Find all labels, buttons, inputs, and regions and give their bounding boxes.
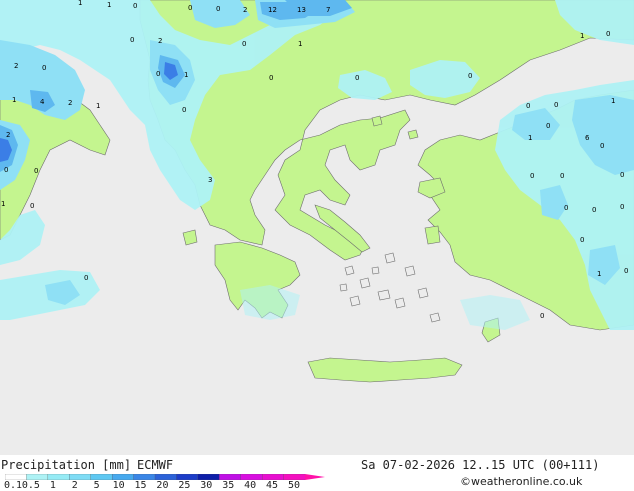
value-label: 0 (4, 166, 8, 174)
value-label: 0 (600, 142, 604, 150)
value-label: 2 (14, 62, 18, 70)
value-label: 1 (580, 32, 584, 40)
value-label: 0 (546, 122, 550, 130)
value-label: 0 (560, 172, 564, 180)
legend-arrow (305, 474, 325, 480)
value-label: 0 (540, 312, 544, 320)
value-label: 1 (611, 97, 615, 105)
value-label: 0 (624, 267, 628, 275)
thasos-land (371, 115, 383, 127)
value-label: 0 (30, 202, 34, 210)
samothrace-land (407, 129, 419, 140)
value-label: 0 (526, 102, 530, 110)
value-label: 0 (269, 74, 273, 82)
value-label: 1 (528, 134, 532, 142)
value-label: 1 (298, 40, 302, 48)
value-label: 2 (68, 99, 72, 107)
value-label: 0 (592, 206, 596, 214)
model-name: ECMWF (137, 458, 174, 472)
value-label: 0 (216, 5, 220, 13)
value-label: 2 (243, 6, 247, 14)
value-label: 0 (620, 203, 624, 211)
value-label: 1 (1, 200, 5, 208)
value-label: 0 (580, 236, 584, 244)
value-label: 7 (326, 6, 330, 14)
value-label: 2 (158, 37, 162, 45)
value-label: 4 (40, 98, 45, 106)
value-label: 1 (78, 0, 82, 7)
value-label: 0 (130, 36, 134, 44)
value-label: 12 (268, 6, 277, 14)
value-label: 0 (355, 74, 359, 82)
value-label: 0 (554, 101, 558, 109)
chios-land (424, 225, 441, 245)
value-label: 0 (530, 172, 534, 180)
value-label: 0 (606, 30, 610, 38)
valid-datetime: Sa 07-02-2026 12..15 UTC (00+111) (361, 458, 600, 472)
value-label: 0 (242, 40, 246, 48)
map-title: Precipitation [mm] (1, 458, 132, 472)
value-label: 0 (182, 106, 186, 114)
value-label: 1 (96, 102, 100, 110)
value-label: 0 (42, 64, 46, 72)
credit-link[interactable]: ©weatheronline.co.uk (460, 475, 582, 489)
value-label: 13 (297, 6, 306, 14)
value-label: 1 (597, 270, 601, 278)
value-label: 0 (34, 167, 38, 175)
value-label: 0 (84, 274, 88, 282)
value-label: 0 (133, 2, 137, 10)
value-label: 1 (184, 71, 188, 79)
value-label: 3 (208, 176, 212, 184)
value-label: 1 (12, 96, 16, 104)
precipitation-map: 1 1 0 0 0 2 12 13 7 0 2 1 0 1 2 0 0 1 0 … (0, 0, 634, 455)
value-label: 0 (468, 72, 472, 80)
value-label: 0 (620, 171, 624, 179)
value-label: 0 (564, 204, 568, 212)
value-label: 6 (585, 134, 590, 142)
value-label: 2 (6, 131, 10, 139)
value-label: 0 (188, 4, 192, 12)
value-label: 0 (156, 70, 160, 78)
value-label: 1 (107, 1, 111, 9)
